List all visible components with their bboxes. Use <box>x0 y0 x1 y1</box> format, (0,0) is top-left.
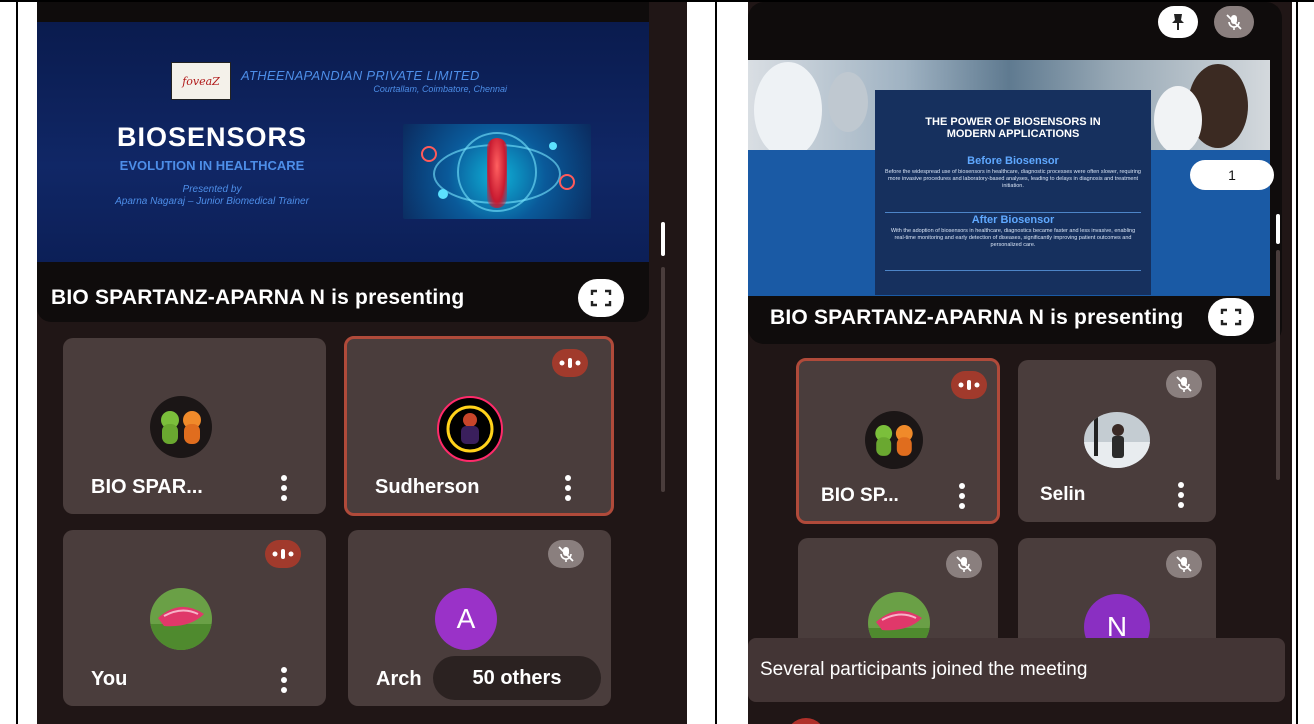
shared-slide: foveaZ ATHEENAPANDIAN PRIVATE LIMITED Co… <box>37 22 649 262</box>
participant-avatar <box>1084 412 1150 468</box>
slide-divider <box>885 212 1141 213</box>
logo-text: foveaZ <box>182 74 220 88</box>
mic-off-button[interactable] <box>1214 6 1254 38</box>
participant-tile[interactable]: BIO SPAR... <box>63 338 326 514</box>
after-heading: After Biosensor <box>971 214 1055 226</box>
slide-title-line: MODERN APPLICATIONS <box>946 128 1080 140</box>
company-logo: foveaZ <box>171 62 231 100</box>
slide-content-panel: THE POWER OF BIOSENSORS IN MODERN APPLIC… <box>875 90 1151 295</box>
company-name: ATHEENAPANDIAN PRIVATE LIMITED <box>241 68 480 83</box>
participant-avatar: A <box>435 588 497 650</box>
presented-by-label: Presented by <box>182 184 242 195</box>
participant-tile[interactable]: BIO SP... <box>796 358 1000 524</box>
more-options-icon[interactable] <box>565 475 571 501</box>
speaking-indicator-icon <box>265 540 301 568</box>
mic-off-icon <box>1166 550 1202 578</box>
participants-joined-toast: Several participants joined the meeting <box>748 638 1285 702</box>
slide-presenter-info: Presented by Aparna Nagaraj – Junior Bio… <box>81 184 343 208</box>
participant-tile[interactable] <box>798 538 998 648</box>
participant-tile[interactable]: N <box>1018 538 1216 648</box>
participant-name: Arch <box>376 668 422 690</box>
mic-off-icon <box>1226 14 1242 30</box>
participant-tile[interactable]: Selin <box>1018 360 1216 522</box>
participant-avatar <box>150 396 212 458</box>
slide-divider <box>885 270 1141 271</box>
slide-illustration <box>403 124 591 219</box>
end-call-button-partial[interactable] <box>786 718 826 724</box>
pin-button[interactable] <box>1158 6 1198 38</box>
scrollbar-thumb[interactable] <box>661 222 665 256</box>
presenter-name: Aparna Nagaraj – Junior Biomedical Train… <box>115 196 309 207</box>
presenting-label: BIO SPARTANZ-APARNA N is presenting <box>770 306 1184 329</box>
speaking-indicator-icon <box>552 349 588 377</box>
frame-middle-border <box>715 0 717 724</box>
frame-left-border <box>16 0 18 724</box>
meeting-screen-right: THE POWER OF BIOSENSORS IN MODERN APPLIC… <box>748 2 1292 724</box>
participant-name: Sudherson <box>375 476 480 498</box>
presenting-label: BIO SPARTANZ-APARNA N is presenting <box>51 286 465 309</box>
before-heading: Before Biosensor <box>967 155 1059 167</box>
pin-icon <box>1172 14 1184 30</box>
fullscreen-button[interactable] <box>578 279 624 317</box>
participant-avatar <box>150 588 212 650</box>
slide-title: BIOSENSORS <box>116 122 308 152</box>
presentation-area[interactable]: foveaZ ATHEENAPANDIAN PRIVATE LIMITED Co… <box>37 2 649 322</box>
others-count-button[interactable]: 50 others <box>433 656 601 700</box>
more-options-icon[interactable] <box>281 475 287 501</box>
participant-name: Selin <box>1040 484 1086 505</box>
speaking-indicator-icon <box>951 371 987 399</box>
participant-avatar <box>865 411 923 469</box>
mic-off-icon <box>548 540 584 568</box>
slide-subtitle: EVOLUTION IN HEALTHCARE <box>119 158 305 173</box>
more-options-icon[interactable] <box>281 667 287 693</box>
slide-title-line: THE POWER OF BIOSENSORS IN <box>925 116 1101 128</box>
frame-right-border <box>1296 0 1298 724</box>
participant-tile[interactable]: Sudherson <box>344 336 614 516</box>
page-number-indicator[interactable]: 1 <box>1190 160 1274 190</box>
participant-tile[interactable]: You <box>63 530 326 706</box>
fullscreen-icon <box>1220 308 1242 326</box>
fullscreen-icon <box>590 289 612 307</box>
fullscreen-button[interactable] <box>1208 298 1254 336</box>
participant-name: BIO SPAR... <box>91 476 203 498</box>
participant-avatar <box>437 396 503 462</box>
before-text: Before the widespread use of biosensors … <box>885 169 1141 189</box>
scrollbar-track[interactable] <box>1276 250 1280 480</box>
mic-off-icon <box>946 550 982 578</box>
participant-name: BIO SP... <box>821 485 899 506</box>
scrollbar-thumb[interactable] <box>1276 214 1280 244</box>
mic-off-icon <box>1166 370 1202 398</box>
after-text: With the adoption of biosensors in healt… <box>890 228 1136 248</box>
scrollbar-track[interactable] <box>661 267 665 492</box>
company-locations: Courtallam, Coimbatore, Chennai <box>373 84 507 94</box>
participant-name: You <box>91 668 128 690</box>
meeting-screen-left: foveaZ ATHEENAPANDIAN PRIVATE LIMITED Co… <box>37 2 687 724</box>
more-options-icon[interactable] <box>1178 482 1184 508</box>
more-options-icon[interactable] <box>959 483 965 509</box>
slide-title: THE POWER OF BIOSENSORS IN MODERN APPLIC… <box>875 116 1151 140</box>
